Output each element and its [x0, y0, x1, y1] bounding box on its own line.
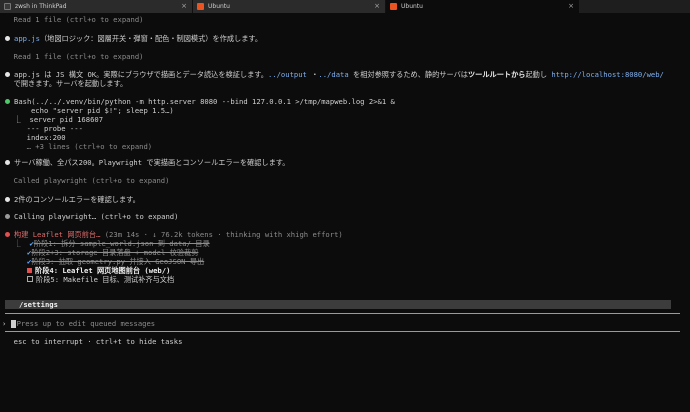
divider — [5, 331, 680, 332]
close-icon[interactable]: × — [374, 2, 380, 10]
tab-bar: zwsh in ThinkPad × Ubuntu × Ubuntu × — [0, 0, 690, 13]
tab-ubuntu-1[interactable]: Ubuntu × — [193, 0, 386, 13]
bullet-icon — [5, 159, 10, 165]
task-label: 阶段4: Leaflet 网页地图前台 (web/) — [35, 266, 171, 275]
message-text: 2件のコンソールエラーを確認します。 — [14, 195, 140, 204]
message-appjs: app.js（地図ロジック：図層开关・弾窗・配色・制図模式）を作成します。 — [5, 34, 262, 43]
tab-ubuntu-2[interactable]: Ubuntu × — [386, 0, 579, 13]
bash-output: ⎿ server pid 168607 — [5, 115, 104, 124]
task-label: 阶段2+3: storage 目录落盘 + model 校验裁剪 — [31, 248, 199, 257]
task-label: 阶段1: 拆分 sample_world.json 到 data/ 目录 — [33, 239, 210, 248]
prompt-placeholder: Press up to edit queued messages — [16, 319, 156, 328]
expand-lines[interactable]: … +3 lines (ctrl+o to expand) — [5, 142, 153, 151]
status-building: 构建 Leaflet 网页前台… (23m 14s · ↓ 76.2k toke… — [5, 230, 343, 239]
message-text: app.js は JS 構文 OK。実際にブラウザで描画とデータ読込を検証します… — [14, 70, 268, 79]
settings-suggestion[interactable]: /settings — [5, 300, 671, 309]
cursor — [10, 320, 16, 328]
tab-label: Ubuntu — [401, 3, 423, 10]
task-label: 阶段5: Makefile 目标、测试补齐与文档 — [36, 275, 175, 284]
prompt-input[interactable]: › Press up to edit queued messages — [2, 319, 155, 328]
footer-hint: esc to interrupt · ctrl+t to hide tasks — [5, 337, 183, 346]
task-item: ⎿ ✔阶段1: 拆分 sample_world.json 到 data/ 目录 — [5, 239, 210, 248]
message-syntax: app.js は JS 構文 OK。実際にブラウザで描画とデータ読込を検証します… — [5, 70, 664, 79]
message-text: ・ — [306, 70, 319, 79]
path-link[interactable]: ../data — [318, 70, 348, 79]
calling-playwright[interactable]: Calling playwright… (ctrl+o to expand) — [5, 212, 178, 221]
tab-zwsh[interactable]: zwsh in ThinkPad × — [0, 0, 193, 13]
close-icon[interactable]: × — [181, 2, 187, 10]
message-text: Calling playwright… (ctrl+o to expand) — [14, 212, 179, 221]
read-file-line[interactable]: Read 1 file (ctrl+o to expand) — [5, 52, 144, 61]
divider — [5, 313, 680, 314]
url-link[interactable]: http://localhost:8080/web/ — [551, 70, 664, 79]
spinner-icon — [5, 231, 10, 237]
tab-label: Ubuntu — [208, 3, 230, 10]
terminal-icon — [4, 3, 11, 10]
file-link[interactable]: app.js — [14, 34, 40, 43]
called-playwright[interactable]: Called playwright (ctrl+o to expand) — [5, 176, 170, 185]
message-text: を相対参照するため、静的サーバは — [348, 70, 468, 79]
message-text: サーバ稼働、全パス200。Playwright で実描画とコンソールエラーを確認… — [14, 158, 290, 167]
bash-output: index:200 — [5, 133, 66, 142]
success-bullet-icon — [5, 98, 10, 104]
ubuntu-icon — [197, 3, 204, 10]
message-console: 2件のコンソールエラーを確認します。 — [5, 195, 140, 204]
bash-output: --- probe --- — [5, 124, 83, 133]
task-label: 阶段3: 抽取 geometry.py 并接入 GeoJSON 导出 — [31, 257, 205, 266]
ubuntu-icon — [390, 3, 397, 10]
bash-command: Bash(../../.venv/bin/python -m http.serv… — [5, 97, 395, 106]
command-text: Bash(../../.venv/bin/python -m http.serv… — [14, 97, 395, 106]
status-text: 构建 Leaflet 网页前台… — [14, 230, 101, 239]
message-text: （地図ロジック：図層开关・弾窗・配色・制図模式）を作成します。 — [39, 34, 263, 43]
task-item: ✔阶段3: 抽取 geometry.py 并接入 GeoJSON 导出 — [27, 257, 204, 266]
task-item: ✔阶段2+3: storage 目录落盘 + model 校验裁剪 — [27, 248, 198, 257]
pending-bullet-icon — [5, 213, 10, 219]
status-meta: (23m 14s · ↓ 76.2k tokens · thinking wit… — [100, 230, 343, 239]
bash-command-cont: echo "server pid $!"; sleep 1.5…) — [5, 106, 174, 115]
task-item: 阶段5: Makefile 目标、测试补齐与文档 — [27, 275, 174, 284]
close-icon[interactable]: × — [568, 2, 574, 10]
scrollbar[interactable] — [684, 13, 690, 412]
in-progress-icon — [27, 267, 32, 273]
message-text: 起動し — [525, 70, 552, 79]
path-link[interactable]: ../output — [268, 70, 307, 79]
tab-label: zwsh in ThinkPad — [15, 3, 67, 10]
emphasis-text: ツールルートから — [467, 70, 526, 79]
task-item: 阶段4: Leaflet 网页地图前台 (web/) — [27, 266, 170, 275]
message-server: サーバ稼働、全パス200。Playwright で実描画とコンソールエラーを確認… — [5, 158, 289, 167]
tree-prefix: ⎿ — [5, 239, 30, 248]
bullet-icon — [5, 196, 10, 202]
read-file-line[interactable]: Read 1 file (ctrl+o to expand) — [5, 15, 144, 24]
pending-checkbox-icon — [27, 276, 33, 282]
prompt-symbol: › — [2, 319, 7, 328]
bullet-icon — [5, 71, 10, 77]
message-syntax-cont: で開きます。サーバを起動します。 — [5, 79, 128, 88]
bullet-icon — [5, 35, 10, 41]
